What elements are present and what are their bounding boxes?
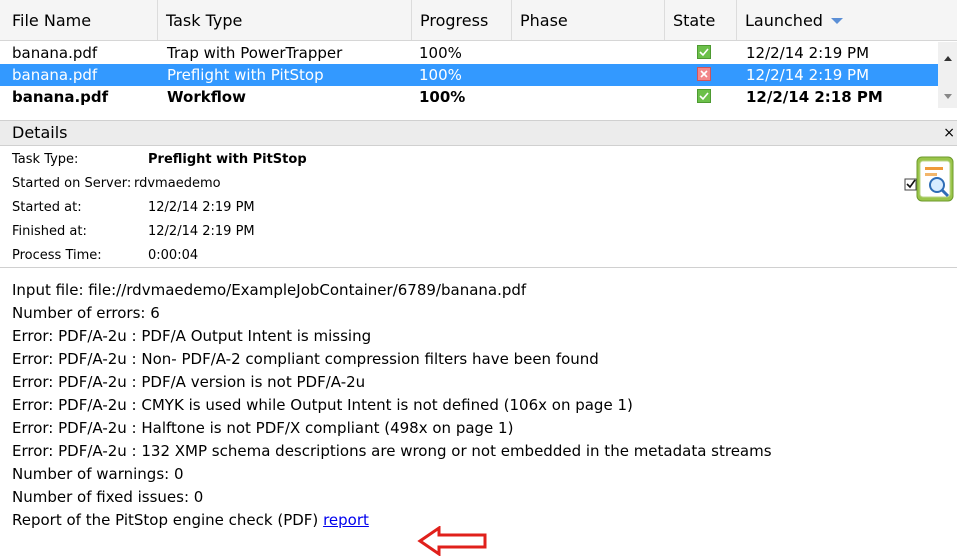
progress-cell: 100% [419, 44, 462, 62]
task-type-cell: Preflight with PitStop [167, 66, 324, 84]
progress-cell: 100% [419, 88, 466, 106]
log-line-report: Report of the PitStop engine check (PDF)… [12, 509, 369, 532]
success-state-icon [697, 45, 711, 59]
column-header-file-name[interactable]: File Name [0, 0, 157, 40]
task-type-cell: Workflow [167, 88, 246, 106]
report-prefix-text: Report of the PitStop engine check (PDF) [12, 511, 319, 529]
details-header: Details × [0, 120, 957, 146]
property-value: Preflight with PitStop [148, 152, 307, 167]
log-line-error: Error: PDF/A-2u : CMYK is used while Out… [12, 396, 633, 414]
column-header-state[interactable]: State [664, 0, 736, 40]
table-scrollbar[interactable] [938, 42, 957, 108]
log-line-error: Error: PDF/A-2u : Non- PDF/A-2 compliant… [12, 350, 599, 368]
file-name-cell: banana.pdf [12, 66, 98, 84]
property-value: 12/2/14 2:19 PM [148, 200, 255, 215]
property-value: 0:00:04 [148, 248, 199, 263]
table-row[interactable]: banana.pdf Workflow 100% 12/2/14 2:18 PM [0, 86, 938, 108]
details-separator [0, 267, 957, 268]
log-line-error: Error: PDF/A-2u : PDF/A version is not P… [12, 373, 366, 391]
sort-descending-icon [830, 17, 843, 24]
property-value: 12/2/14 2:19 PM [148, 224, 255, 239]
property-label: Task Type: [12, 152, 79, 167]
column-header-label: Launched [745, 11, 823, 30]
log-line-fixed-count: Number of fixed issues: 0 [12, 488, 204, 506]
launched-cell: 12/2/14 2:19 PM [746, 66, 870, 84]
column-header-label: Task Type [166, 11, 243, 30]
details-title: Details [12, 123, 68, 142]
property-label: Started at: [12, 200, 82, 215]
launched-cell: 12/2/14 2:18 PM [746, 88, 883, 106]
column-header-launched[interactable]: Launched [736, 0, 936, 40]
file-name-cell: banana.pdf [12, 44, 98, 62]
column-header-label: State [673, 11, 716, 30]
success-state-icon [697, 89, 711, 103]
log-line-error: Error: PDF/A-2u : Halftone is not PDF/X … [12, 419, 514, 437]
table-row-selected[interactable]: banana.pdf Preflight with PitStop 100% 1… [0, 64, 938, 86]
close-icon[interactable]: × [943, 121, 955, 145]
log-line-error: Error: PDF/A-2u : 132 XMP schema descrip… [12, 442, 772, 460]
property-label: Started on Server: [12, 176, 132, 191]
log-line-error-count: Number of errors: 6 [12, 304, 160, 322]
error-state-icon [697, 67, 711, 81]
file-name-cell: banana.pdf [12, 88, 109, 106]
table-header: File Name Task Type Progress Phase State… [0, 0, 957, 41]
task-type-cell: Trap with PowerTrapper [167, 44, 343, 62]
property-label: Process Time: [12, 248, 102, 263]
annotation-arrow-icon [417, 526, 487, 556]
log-line-input-file: Input file: file://rdvmaedemo/ExampleJob… [12, 281, 527, 299]
column-header-label: File Name [12, 11, 92, 30]
scroll-down-arrow-icon[interactable] [944, 94, 952, 99]
scroll-up-arrow-icon[interactable] [944, 56, 952, 61]
table-row[interactable]: banana.pdf Trap with PowerTrapper 100% 1… [0, 42, 938, 64]
column-header-label: Phase [520, 11, 568, 30]
report-link[interactable]: report [323, 511, 369, 529]
property-value: rdvmaedemo [134, 176, 221, 191]
column-header-label: Progress [420, 11, 489, 30]
column-header-phase[interactable]: Phase [511, 0, 664, 40]
log-line-warning-count: Number of warnings: 0 [12, 465, 184, 483]
launched-cell: 12/2/14 2:19 PM [746, 44, 870, 62]
column-header-progress[interactable]: Progress [411, 0, 511, 40]
column-header-task-type[interactable]: Task Type [157, 0, 411, 40]
property-label: Finished at: [12, 224, 87, 239]
log-line-error: Error: PDF/A-2u : PDF/A Output Intent is… [12, 327, 372, 345]
preflight-report-icon[interactable] [903, 155, 955, 207]
progress-cell: 100% [419, 66, 462, 84]
